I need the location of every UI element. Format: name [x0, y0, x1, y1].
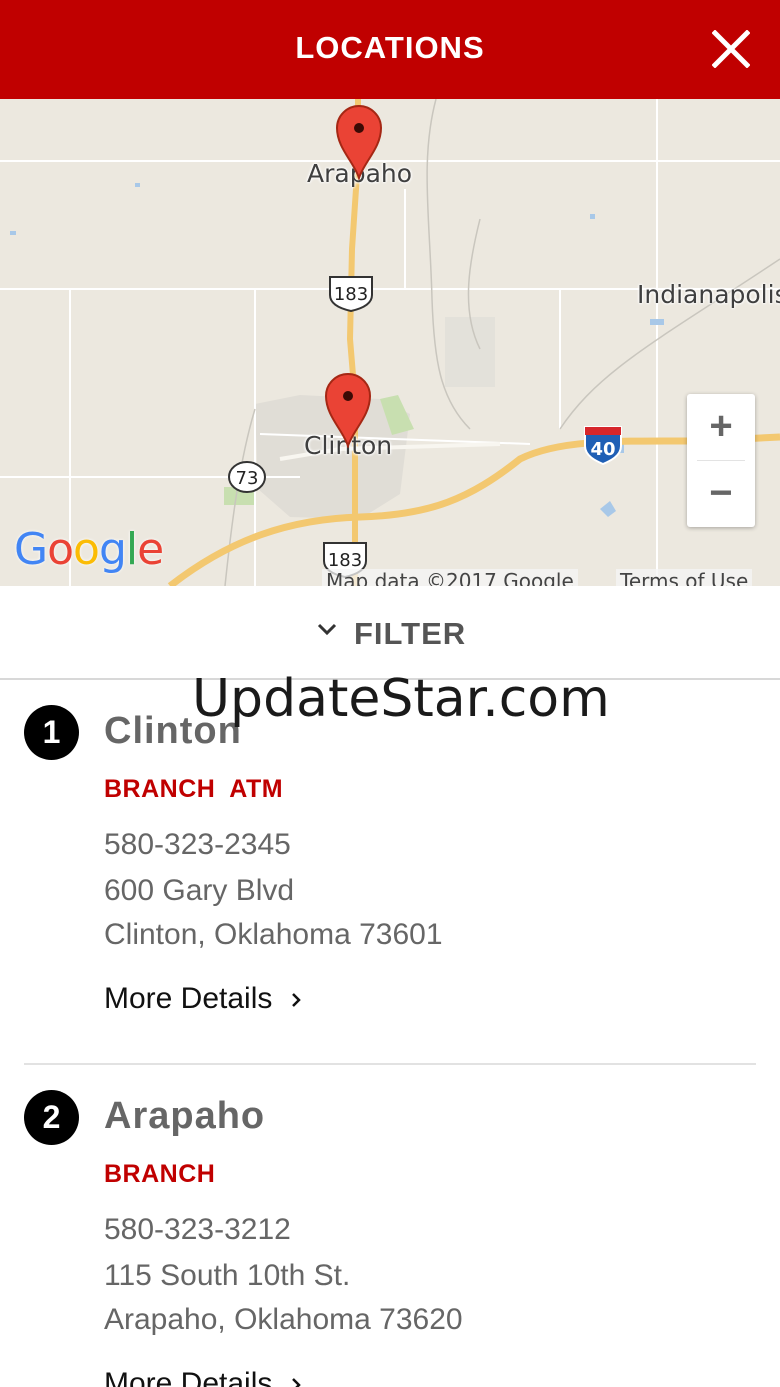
more-details-link[interactable]: More Details [104, 1367, 302, 1387]
zoom-in-button[interactable]: + [687, 394, 755, 460]
map-view[interactable]: 183 183 73 40 Arapaho Indianapolis Clint… [0, 99, 780, 586]
location-number-badge: 1 [24, 705, 79, 760]
location-address-line2: Arapaho, Oklahoma 73620 [104, 1303, 463, 1336]
google-logo: Google [14, 524, 164, 575]
us-183-north-shield-icon: 183 [329, 276, 373, 313]
chevron-right-icon [292, 1378, 302, 1387]
page-title: LOCATIONS [295, 30, 485, 65]
location-phone[interactable]: 580-323-2345 [104, 828, 291, 862]
location-address-line1: 600 Gary Blvd [104, 874, 295, 907]
location-tags: BRANCH [104, 1160, 216, 1188]
filter-toggle[interactable]: FILTER [0, 586, 780, 680]
filter-label: FILTER [354, 616, 467, 651]
location-number-badge: 2 [24, 1090, 79, 1145]
more-details-link[interactable]: More Details [104, 982, 302, 1016]
location-card-1: 1 Clinton BRANCH ATM 580-323-2345 600 Ga… [0, 680, 780, 1065]
svg-text:73: 73 [236, 468, 259, 489]
location-tags: BRANCH ATM [104, 775, 284, 803]
zoom-controls: + − [687, 394, 755, 527]
sh-73-shield-icon: 73 [228, 461, 266, 493]
location-address-line1: 115 South 10th St. [104, 1259, 351, 1292]
close-icon[interactable] [711, 29, 751, 69]
app-header: LOCATIONS [0, 0, 780, 99]
terms-of-use-link[interactable]: Terms of Use [616, 569, 753, 586]
svg-text:183: 183 [328, 550, 362, 571]
more-details-label: More Details [104, 982, 273, 1015]
chevron-down-icon [317, 623, 337, 636]
map-pin-arapaho-icon[interactable] [334, 104, 384, 180]
map-label-indianapolis: Indianapolis [637, 280, 780, 309]
location-card-2: 2 Arapaho BRANCH 580-323-3212 115 South … [0, 1065, 780, 1387]
location-address-line2: Clinton, Oklahoma 73601 [104, 918, 443, 951]
svg-text:40: 40 [590, 439, 615, 460]
watermark: UpdateStar.com [192, 669, 610, 729]
svg-text:183: 183 [334, 284, 368, 305]
interstate-40-shield-icon: 40 [584, 426, 622, 466]
map-data-attribution: Map data ©2017 Google [322, 569, 578, 586]
location-name[interactable]: Arapaho [104, 1095, 265, 1138]
map-pin-clinton-icon[interactable] [323, 372, 373, 448]
more-details-label: More Details [104, 1367, 273, 1387]
chevron-right-icon [292, 993, 302, 1007]
location-phone[interactable]: 580-323-3212 [104, 1213, 291, 1247]
zoom-out-button[interactable]: − [687, 461, 755, 527]
